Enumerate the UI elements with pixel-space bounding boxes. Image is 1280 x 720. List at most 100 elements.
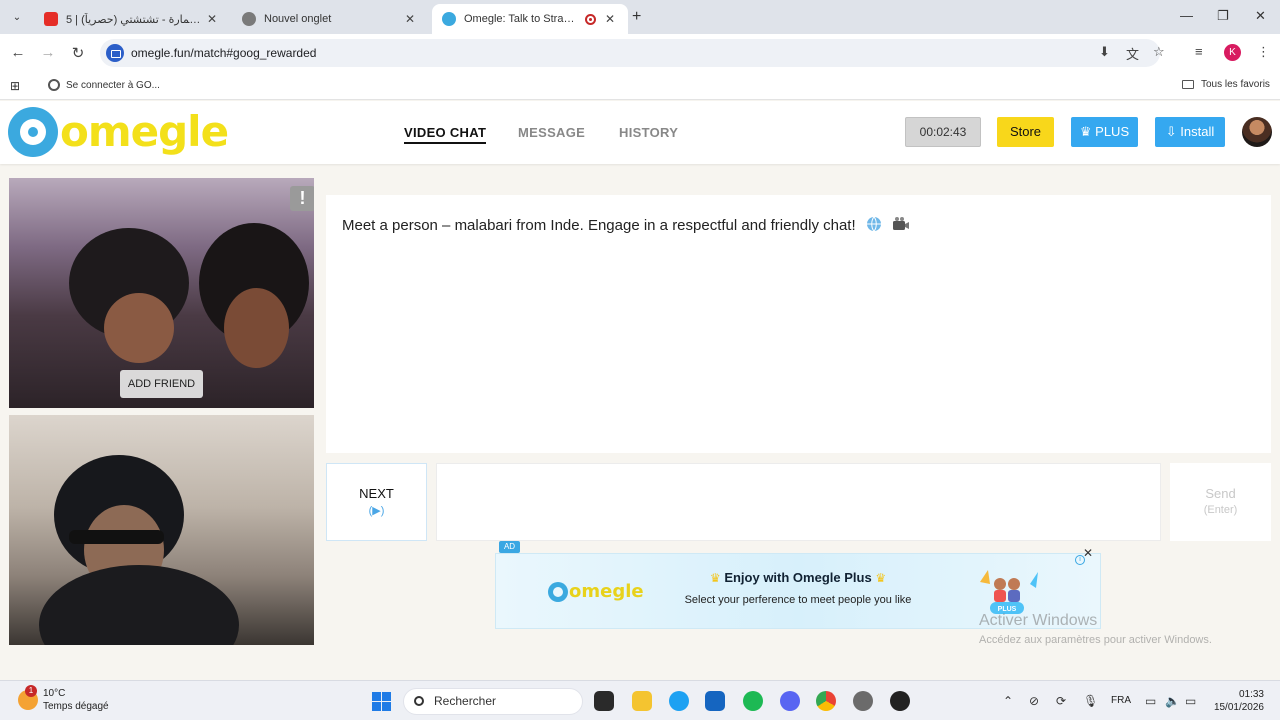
install-button[interactable]: ⇩ Install bbox=[1155, 117, 1225, 147]
volume-icon[interactable]: 🔈 bbox=[1165, 694, 1180, 708]
tab-youtube[interactable]: مثال عمارة - تشتشتي (حصرياً) | 5 ✕ bbox=[34, 4, 230, 34]
address-bar[interactable]: omegle.fun/match#goog_rewarded bbox=[100, 39, 1160, 67]
bookmark-label: Se connecter à GO... bbox=[66, 79, 160, 91]
close-window-icon[interactable]: ✕ bbox=[1255, 8, 1266, 24]
apps-grid-icon[interactable]: ⊞ bbox=[10, 79, 20, 93]
clock-time: 01:33 bbox=[1238, 689, 1264, 700]
plus-label: PLUS bbox=[1095, 124, 1130, 139]
stranger-video: ! ADD FRIEND bbox=[9, 178, 314, 408]
weather-widget[interactable]: 1 10°C Temps dégagé bbox=[18, 685, 109, 713]
windows-activation-subtitle: Accédez aux paramètres pour activer Wind… bbox=[979, 634, 1212, 646]
network-icon[interactable]: ▭ bbox=[1145, 694, 1156, 708]
install-app-icon[interactable]: ⬇ bbox=[1099, 44, 1110, 60]
clock-date: 15/01/2026 bbox=[1213, 702, 1264, 713]
tray-app-icon[interactable]: ⊘ bbox=[1029, 694, 1039, 708]
user-avatar[interactable] bbox=[1242, 117, 1272, 147]
taskbar-clock[interactable]: 01:33 15/01/2026 bbox=[1206, 688, 1264, 714]
windows-taskbar: 1 10°C Temps dégagé Rechercher ⌃ ⊘ ⟳ 🎙 F… bbox=[0, 680, 1280, 720]
chrome-icon[interactable] bbox=[816, 691, 836, 711]
youtube-favicon-icon bbox=[44, 12, 58, 26]
edge-icon[interactable] bbox=[669, 691, 689, 711]
download-icon: ⇩ bbox=[1165, 124, 1177, 139]
weather-temp: 10°C bbox=[43, 688, 66, 699]
microphone-icon[interactable]: 🎙 bbox=[1083, 694, 1098, 708]
message-input[interactable] bbox=[436, 463, 1161, 541]
omegle-logo[interactable]: omegle bbox=[8, 107, 229, 157]
tray-chevron-up-icon[interactable]: ⌃ bbox=[1003, 694, 1013, 708]
globe-icon bbox=[866, 216, 881, 232]
store-button[interactable]: Store bbox=[997, 117, 1054, 147]
crown-icon: ♛ bbox=[875, 571, 887, 585]
chat-message-text: Meet a person – malabari from Inde. Enga… bbox=[342, 217, 856, 234]
chat-log: Meet a person – malabari from Inde. Enga… bbox=[326, 195, 1271, 453]
tab-search-chevron-icon[interactable]: ⌄ bbox=[6, 7, 28, 27]
translate-icon[interactable]: 文 bbox=[1126, 44, 1139, 63]
browser-tabstrip: ⌄ مثال عمارة - تشتشتي (حصرياً) | 5 ✕ Nou… bbox=[0, 0, 1280, 34]
stranger-face-shape bbox=[224, 288, 289, 368]
camera-icon bbox=[892, 217, 909, 230]
nav-video-chat[interactable]: VIDEO CHAT bbox=[404, 125, 487, 144]
session-timer: 00:02:43 bbox=[905, 117, 981, 147]
globe-icon bbox=[48, 79, 60, 91]
forward-arrow-icon[interactable]: → bbox=[38, 44, 58, 61]
tab-omegle[interactable]: Omegle: Talk to Strangers w ✕ bbox=[432, 4, 628, 34]
logo-text: omegle bbox=[60, 107, 229, 156]
all-favorites-label: Tous les favoris bbox=[1201, 79, 1270, 90]
profile-avatar[interactable]: K bbox=[1224, 44, 1241, 61]
kebab-menu-icon[interactable]: ⋮ bbox=[1257, 44, 1270, 60]
tab-new-tab[interactable]: Nouvel onglet ✕ bbox=[232, 4, 428, 34]
media-controls-icon[interactable]: ≡ bbox=[1195, 44, 1203, 59]
chat-message: Meet a person – malabari from Inde. Enga… bbox=[342, 216, 910, 234]
send-label: Send bbox=[1205, 486, 1236, 501]
crown-icon: ♛ bbox=[709, 571, 721, 585]
input-language[interactable]: FRA bbox=[1111, 695, 1131, 706]
weather-sun-icon: 1 bbox=[18, 685, 38, 710]
nav-history[interactable]: HISTORY bbox=[619, 125, 678, 140]
close-tab-icon[interactable]: ✕ bbox=[602, 12, 618, 26]
minimize-icon[interactable]: — bbox=[1180, 8, 1193, 23]
new-tab-plus-icon[interactable]: + bbox=[632, 8, 641, 26]
settings-gear-icon[interactable] bbox=[853, 691, 873, 711]
folder-icon bbox=[1182, 80, 1194, 89]
spotify-icon[interactable] bbox=[743, 691, 763, 711]
site-info-icon[interactable] bbox=[106, 44, 124, 62]
stranger-face-shape bbox=[104, 293, 174, 363]
install-label: Install bbox=[1180, 124, 1215, 139]
next-label: NEXT bbox=[359, 486, 394, 501]
send-button[interactable]: Send (Enter) bbox=[1170, 463, 1271, 541]
obs-icon[interactable] bbox=[890, 691, 910, 711]
add-friend-button[interactable]: ADD FRIEND bbox=[120, 370, 203, 398]
omegle-favicon-icon bbox=[442, 12, 456, 26]
plus-button[interactable]: ♛ PLUS bbox=[1071, 117, 1138, 147]
ad-badge: AD bbox=[499, 541, 520, 553]
send-hint: (Enter) bbox=[1203, 504, 1238, 516]
self-hoodie-shape bbox=[39, 565, 239, 645]
store-app-icon[interactable] bbox=[705, 691, 725, 711]
weather-desc: Temps dégagé bbox=[43, 701, 109, 712]
weather-badge: 1 bbox=[25, 685, 37, 697]
taskbar-search[interactable]: Rechercher bbox=[403, 688, 583, 715]
windows-start-icon[interactable] bbox=[372, 692, 391, 711]
ad-people-illustration-icon: PLUS bbox=[980, 570, 1038, 614]
discord-icon[interactable] bbox=[780, 691, 800, 711]
all-favorites[interactable]: Tous les favoris bbox=[1182, 79, 1270, 90]
recording-icon bbox=[585, 13, 596, 25]
task-view-icon[interactable] bbox=[594, 691, 614, 711]
bookmark-star-icon[interactable]: ☆ bbox=[1153, 44, 1165, 60]
nav-message[interactable]: MESSAGE bbox=[518, 125, 585, 140]
ad-close-icon[interactable]: ✕ bbox=[1083, 546, 1093, 560]
next-button[interactable]: NEXT (▶) bbox=[326, 463, 427, 541]
close-tab-icon[interactable]: ✕ bbox=[402, 12, 418, 26]
back-arrow-icon[interactable]: ← bbox=[8, 44, 28, 61]
restore-icon[interactable]: ❐ bbox=[1217, 8, 1229, 24]
file-explorer-icon[interactable] bbox=[632, 691, 652, 711]
close-tab-icon[interactable]: ✕ bbox=[204, 12, 220, 26]
reload-icon[interactable]: ↻ bbox=[68, 44, 88, 62]
battery-icon[interactable]: ▭ bbox=[1185, 694, 1196, 708]
tray-sync-icon[interactable]: ⟳ bbox=[1056, 694, 1066, 708]
chrome-favicon-icon bbox=[242, 12, 256, 26]
report-button[interactable]: ! bbox=[290, 186, 314, 211]
tab-title: Nouvel onglet bbox=[264, 13, 332, 25]
bookmark-item[interactable]: Se connecter à GO... bbox=[48, 79, 160, 91]
search-icon bbox=[414, 696, 424, 706]
